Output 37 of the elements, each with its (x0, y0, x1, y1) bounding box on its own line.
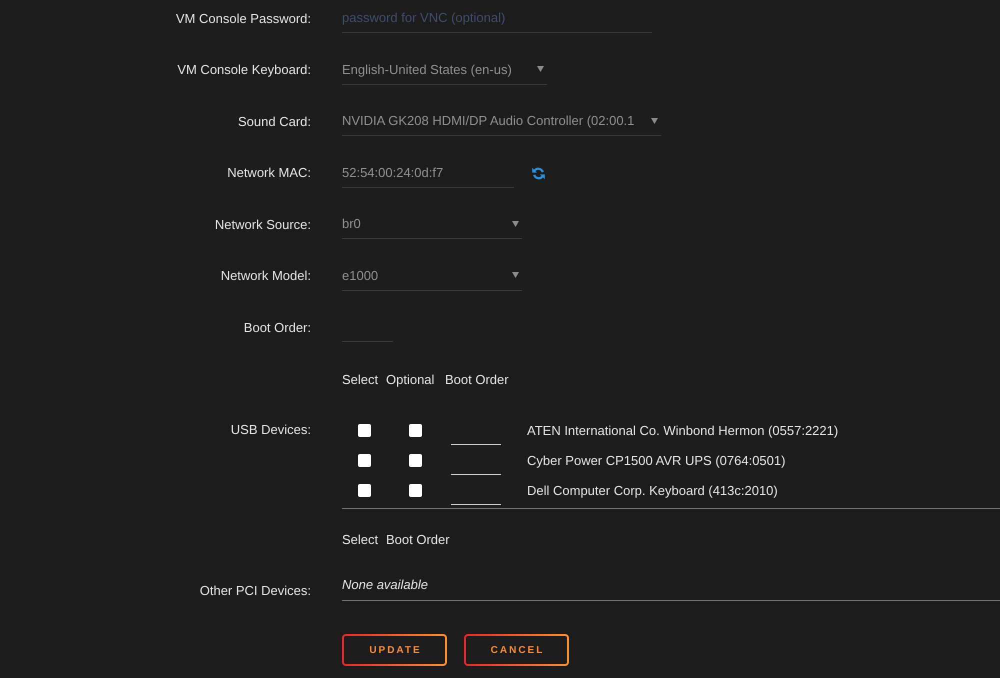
field-label: Sound Card: (238, 114, 311, 130)
column-header: Boot Order (445, 371, 509, 389)
dropdown[interactable]: e1000 (342, 262, 522, 290)
device-name: Dell Computer Corp. Keyboard (413c:2010) (526, 482, 778, 498)
field-label: VM Console Keyboard: (177, 62, 311, 79)
column-header: Select (342, 531, 378, 549)
checkbox[interactable] (409, 454, 422, 466)
checkbox[interactable] (358, 484, 370, 496)
field-label: Network Model: (220, 268, 311, 285)
checkbox[interactable] (409, 484, 422, 496)
field-label: VM Console Password: (176, 10, 311, 28)
checkbox[interactable] (358, 424, 370, 436)
input-field[interactable]: 52:54:00:24:0d:f7 (342, 160, 514, 188)
field-label: Other PCI Devices: (200, 582, 311, 600)
dropdown[interactable]: English-United States (en-us) (342, 56, 547, 84)
device-name: Cyber Power CP1500 AVR UPS (0764:0501) (526, 452, 786, 468)
device-name: ATEN International Co. Winbond Hermon (0557:2221) (526, 422, 838, 438)
column-header: Boot Order (386, 531, 450, 549)
update-button[interactable]: UPDATE (342, 634, 447, 666)
checkbox[interactable] (358, 454, 370, 466)
caret-icon (512, 220, 519, 226)
field-label: Network MAC: (227, 165, 311, 182)
cancel-button[interactable]: CANCEL (464, 634, 569, 666)
caret-icon (651, 118, 658, 124)
caret-icon (512, 272, 519, 278)
field-label: Boot Order: (244, 320, 311, 336)
input-field[interactable]: password for VNC (optional) (342, 5, 652, 33)
field-label: USB Devices: (230, 421, 311, 439)
column-header: Select (342, 371, 378, 389)
dropdown[interactable]: br0 (342, 211, 522, 239)
refresh-icon[interactable] (532, 167, 545, 180)
caret-icon (537, 66, 544, 72)
empty-message: None available (342, 576, 428, 594)
column-header: Optional (386, 371, 434, 389)
field-label: Network Source: (214, 216, 311, 234)
dropdown[interactable]: NVIDIA GK208 HDMI/DP Audio Controller (02:00.1 (342, 108, 661, 136)
checkbox[interactable] (409, 424, 422, 436)
